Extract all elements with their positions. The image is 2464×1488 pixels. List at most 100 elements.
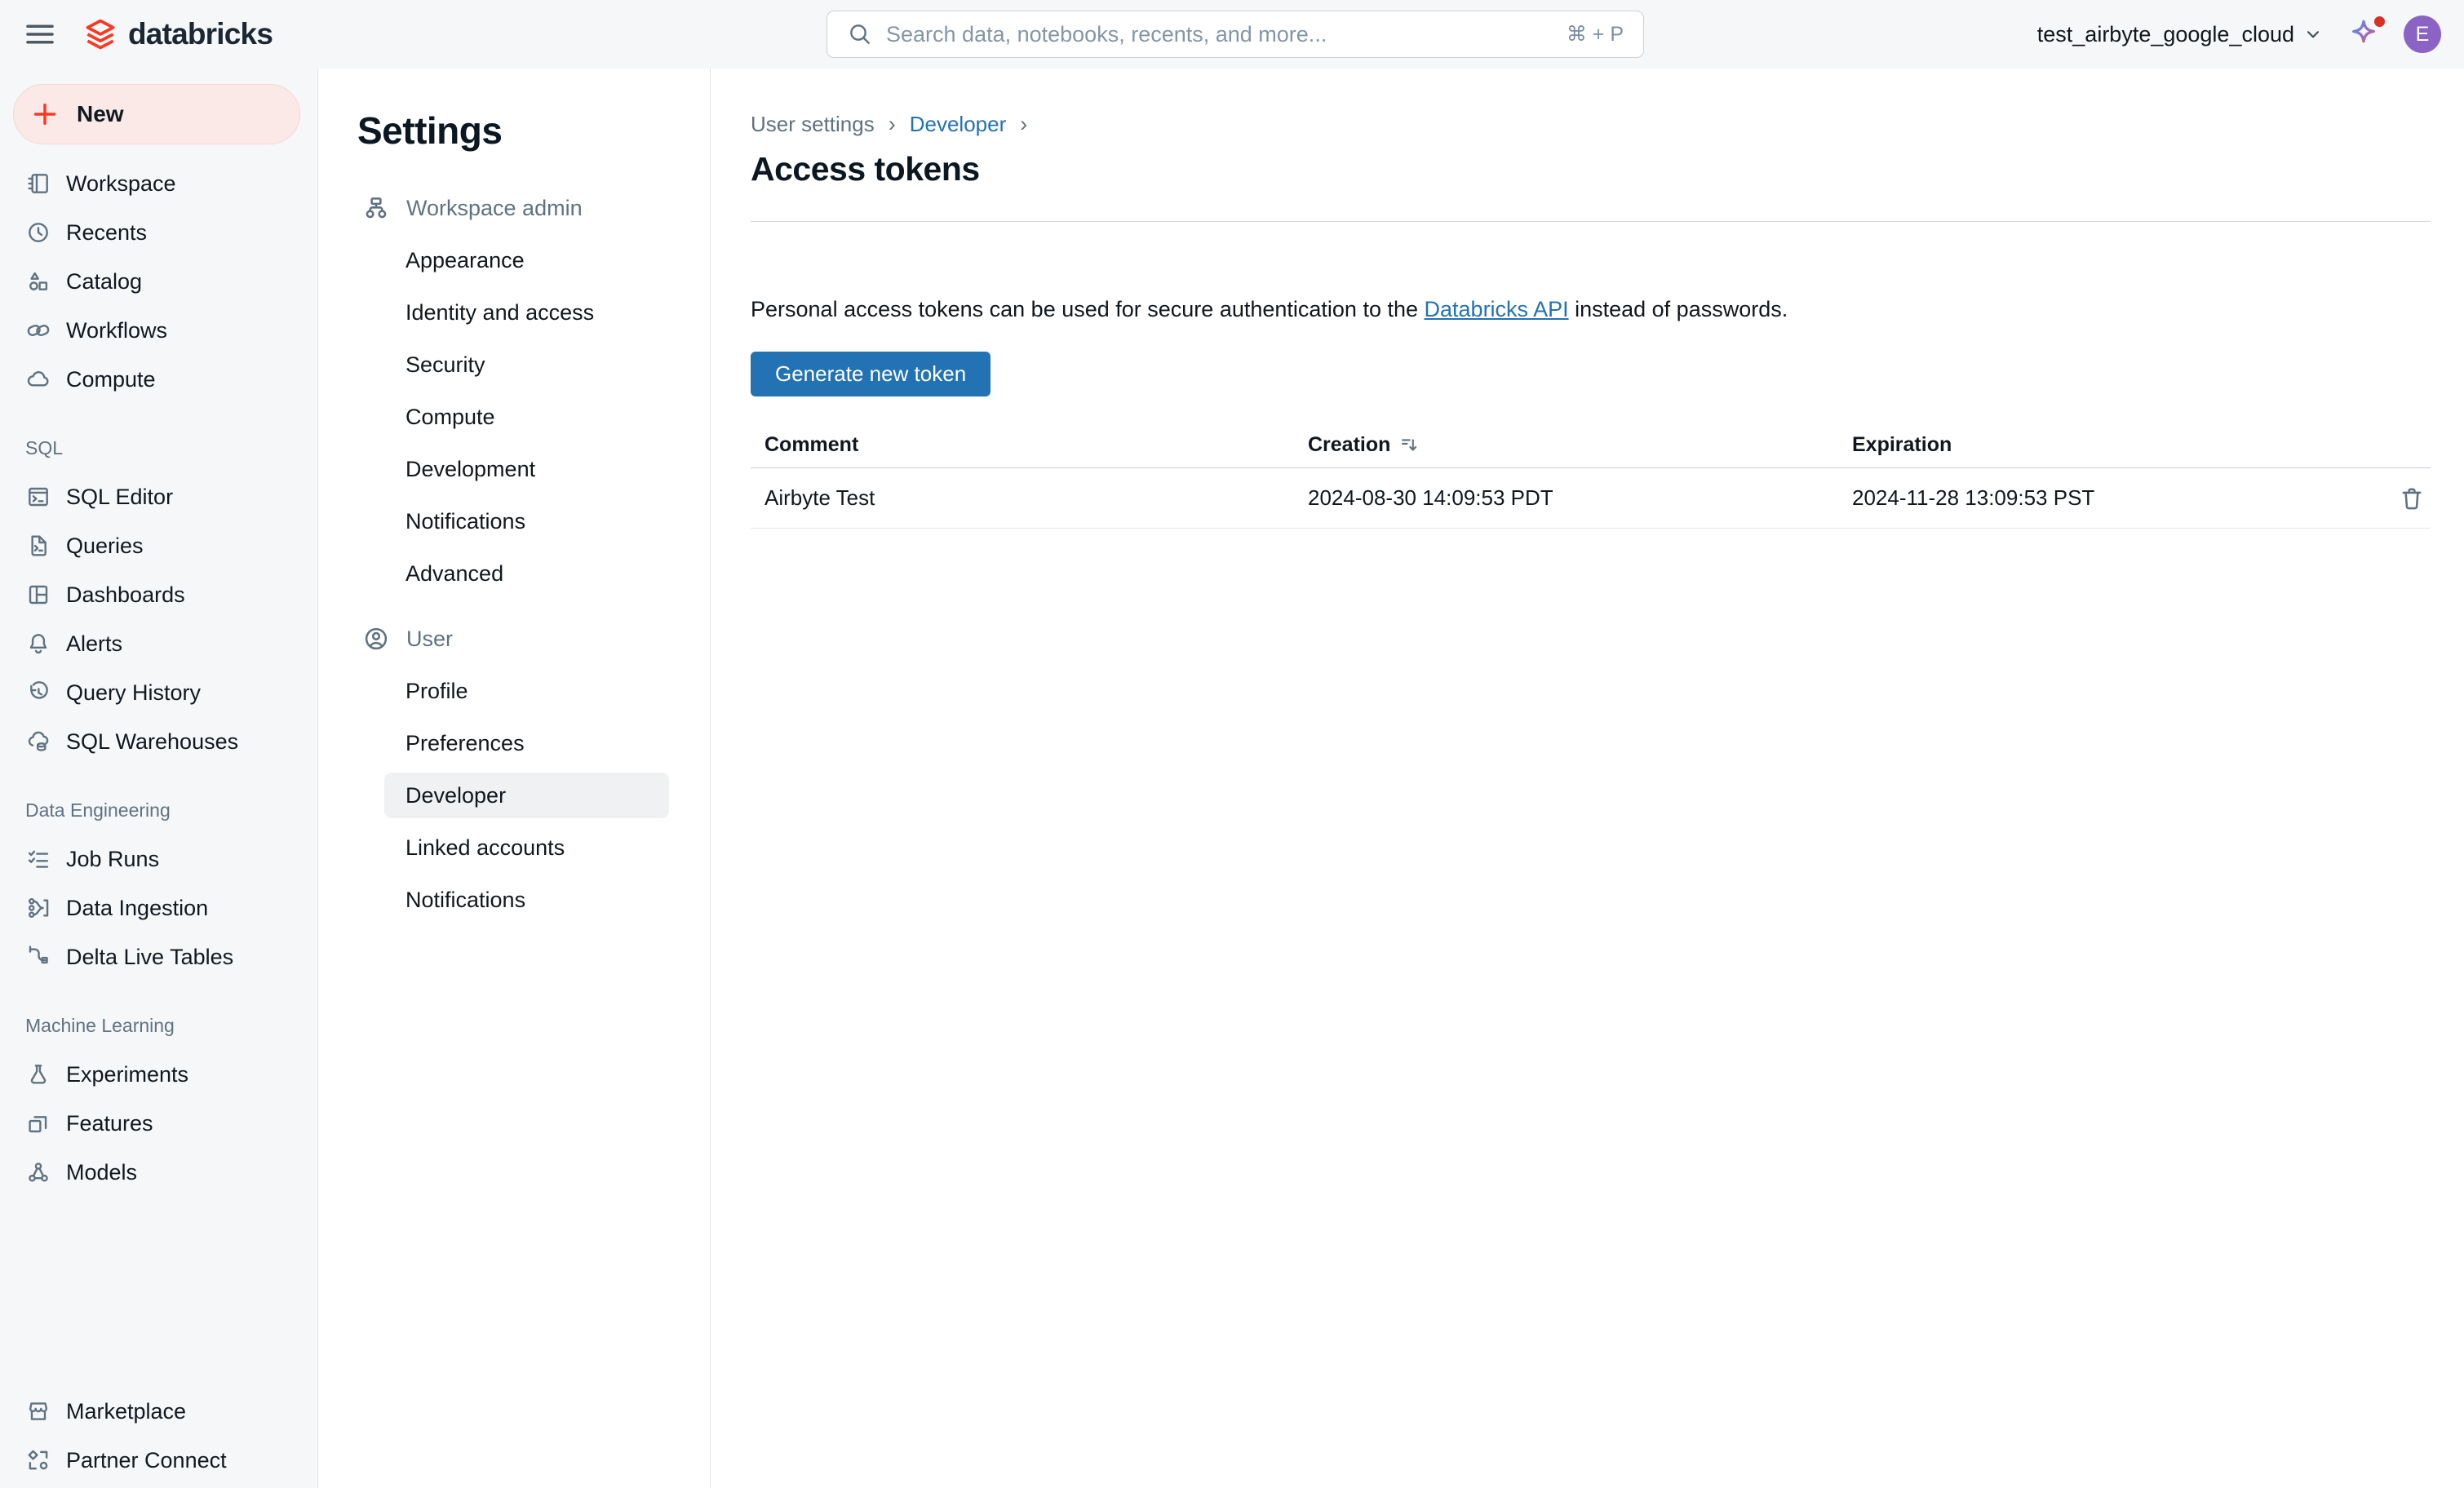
description-text: instead of passwords.: [1569, 297, 1788, 321]
search-icon: [847, 21, 873, 47]
features-icon: [25, 1110, 51, 1136]
table-header-row: Comment Creation Expiration: [751, 423, 2431, 468]
sidebar-item-dashboards[interactable]: Dashboards: [0, 570, 317, 619]
databricks-logo[interactable]: databricks: [82, 16, 273, 52]
breadcrumb-user-settings[interactable]: User settings: [751, 112, 875, 137]
settings-item-development[interactable]: Development: [318, 443, 710, 495]
sql-warehouses-icon: [25, 728, 51, 755]
marketplace-icon: [25, 1398, 51, 1424]
catalog-icon: [25, 268, 51, 294]
search-shortcut: ⌘ + P: [1567, 22, 1624, 46]
settings-group-workspace-admin: Workspace admin Appearance Identity and …: [318, 182, 710, 600]
sidebar-item-data-ingestion[interactable]: Data Ingestion: [0, 884, 317, 932]
sidebar-item-recents[interactable]: Recents: [0, 208, 317, 257]
settings-title: Settings: [357, 108, 710, 153]
sidebar-item-label: Job Runs: [66, 847, 159, 872]
breadcrumb-chevron-icon: ›: [889, 112, 896, 137]
description: Personal access tokens can be used for s…: [751, 297, 2431, 322]
sidebar-item-experiments[interactable]: Experiments: [0, 1050, 317, 1099]
description-text: Personal access tokens can be used for s…: [751, 297, 1425, 321]
avatar[interactable]: E: [2404, 16, 2441, 53]
breadcrumb-developer[interactable]: Developer: [910, 112, 1007, 137]
settings-item-appearance[interactable]: Appearance: [318, 234, 710, 286]
sidebar-item-label: Catalog: [66, 269, 142, 294]
settings-item-developer[interactable]: Developer: [318, 769, 710, 822]
sidebar-item-label: Alerts: [66, 631, 122, 657]
settings-group-label: User: [406, 627, 453, 652]
sidebar-item-workspace[interactable]: Workspace: [0, 159, 317, 208]
sidebar-nav: Workspace Recents Catalog: [0, 159, 317, 1197]
workspace-selector[interactable]: test_airbyte_google_cloud: [2037, 22, 2324, 47]
sidebar-bottom: Marketplace Partner Connect: [0, 1387, 317, 1485]
settings-group-label: Workspace admin: [406, 196, 583, 221]
sidebar-item-compute[interactable]: Compute: [0, 355, 317, 404]
settings-item-profile[interactable]: Profile: [318, 665, 710, 717]
flask-icon: [25, 1061, 51, 1087]
delete-token-button[interactable]: [2393, 481, 2431, 516]
databricks-api-link[interactable]: Databricks API: [1425, 297, 1569, 321]
sidebar-item-label: Dashboards: [66, 582, 185, 608]
workspace-name: test_airbyte_google_cloud: [2037, 22, 2294, 47]
section-label-machine-learning: Machine Learning: [0, 1012, 317, 1038]
settings-item-advanced[interactable]: Advanced: [318, 547, 710, 600]
cloud-icon: [25, 366, 51, 392]
sidebar-item-label: SQL Editor: [66, 485, 173, 510]
partner-connect-icon: [25, 1447, 51, 1473]
user-icon: [362, 625, 390, 653]
sidebar-item-label: Compute: [66, 367, 156, 392]
workspace-icon: [25, 170, 51, 197]
sidebar-item-query-history[interactable]: Query History: [0, 668, 317, 717]
sidebar-item-label: Workspace: [66, 171, 176, 197]
settings-item-security[interactable]: Security: [318, 339, 710, 391]
sidebar-item-label: Queries: [66, 534, 144, 559]
settings-item-compute[interactable]: Compute: [318, 391, 710, 443]
assistant-button[interactable]: [2347, 17, 2381, 51]
hamburger-menu-button[interactable]: [25, 22, 55, 46]
settings-item-identity-and-access[interactable]: Identity and access: [318, 286, 710, 339]
sidebar-item-sql-warehouses[interactable]: SQL Warehouses: [0, 717, 317, 766]
sql-editor-icon: [25, 484, 51, 510]
sidebar-item-catalog[interactable]: Catalog: [0, 257, 317, 306]
token-creation: 2024-08-30 14:09:53 PDT: [1294, 485, 1838, 511]
generate-new-token-button[interactable]: Generate new token: [751, 352, 990, 396]
sort-descending-button[interactable]: [1398, 434, 1420, 456]
sidebar-item-label: Marketplace: [66, 1399, 186, 1424]
settings-item-preferences[interactable]: Preferences: [318, 717, 710, 769]
sidebar-item-marketplace[interactable]: Marketplace: [0, 1387, 317, 1436]
settings-group-header: User: [318, 613, 710, 665]
tokens-table: Comment Creation Expiration Airbyte Test…: [751, 423, 2431, 529]
sidebar-item-job-runs[interactable]: Job Runs: [0, 835, 317, 884]
section-label-data-engineering: Data Engineering: [0, 797, 317, 823]
sidebar-item-features[interactable]: Features: [0, 1099, 317, 1148]
section-label-sql: SQL: [0, 435, 317, 461]
column-header-creation[interactable]: Creation: [1294, 433, 1838, 457]
sidebar-item-queries[interactable]: Queries: [0, 521, 317, 570]
sidebar-item-delta-live-tables[interactable]: Delta Live Tables: [0, 932, 317, 981]
sidebar-item-label: Data Ingestion: [66, 896, 208, 921]
sidebar-item-label: Delta Live Tables: [66, 945, 233, 970]
breadcrumb-chevron-icon: ›: [1020, 112, 1027, 137]
sidebar-item-sql-editor[interactable]: SQL Editor: [0, 472, 317, 521]
settings-item-notifications-user[interactable]: Notifications: [318, 874, 710, 926]
sidebar-item-label: SQL Warehouses: [66, 729, 238, 755]
table-row: Airbyte Test 2024-08-30 14:09:53 PDT 202…: [751, 468, 2431, 529]
sidebar-item-partner-connect[interactable]: Partner Connect: [0, 1436, 317, 1485]
databricks-logo-icon: [82, 16, 118, 52]
column-header-expiration: Expiration: [1838, 433, 2357, 457]
top-header: databricks ⌘ + P test_airbyte_google_clo…: [0, 0, 2464, 69]
sidebar-item-label: Partner Connect: [66, 1448, 227, 1473]
topbar-right: test_airbyte_google_cloud E: [2037, 0, 2441, 69]
sidebar-item-models[interactable]: Models: [0, 1148, 317, 1197]
trash-icon: [2398, 485, 2426, 512]
settings-item-notifications[interactable]: Notifications: [318, 495, 710, 547]
sidebar: New Workspace Recents: [0, 69, 318, 1488]
clock-icon: [25, 219, 51, 246]
settings-item-linked-accounts[interactable]: Linked accounts: [318, 822, 710, 874]
column-header-label: Creation: [1308, 433, 1390, 457]
search-input[interactable]: [886, 22, 1567, 47]
settings-group-header: Workspace admin: [318, 182, 710, 234]
workspace-admin-icon: [362, 194, 390, 222]
sidebar-item-workflows[interactable]: Workflows: [0, 306, 317, 355]
sidebar-item-alerts[interactable]: Alerts: [0, 619, 317, 668]
new-button[interactable]: New: [13, 84, 300, 144]
